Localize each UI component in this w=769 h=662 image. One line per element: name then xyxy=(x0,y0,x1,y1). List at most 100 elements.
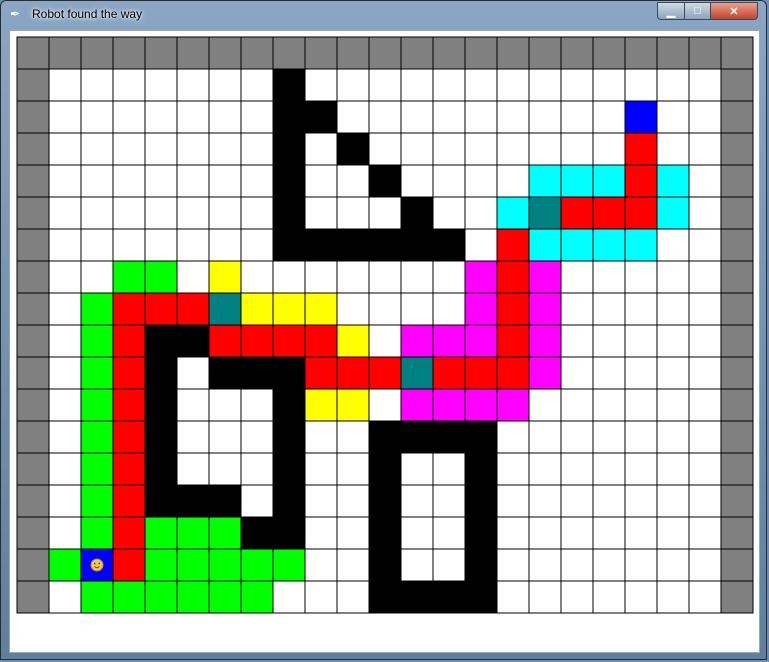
cell-open xyxy=(496,484,530,518)
cell-open xyxy=(240,452,274,486)
cell-open xyxy=(624,548,658,582)
cell-black-obstacle xyxy=(368,548,402,582)
cell-open xyxy=(464,68,498,102)
cell-wall xyxy=(176,36,210,70)
cell-open xyxy=(304,452,338,486)
cell-open xyxy=(688,420,722,454)
cell-open xyxy=(592,516,626,550)
cell-open xyxy=(368,68,402,102)
cell-open xyxy=(400,548,434,582)
cell-wall xyxy=(304,36,338,70)
cell-open xyxy=(592,260,626,294)
cell-red-path xyxy=(496,260,530,294)
cell-open xyxy=(432,100,466,134)
cell-open xyxy=(528,420,562,454)
minimize-button[interactable]: ▁ xyxy=(657,2,685,20)
cell-black-obstacle xyxy=(272,356,306,390)
cell-cyan xyxy=(560,164,594,198)
cell-green xyxy=(80,452,114,486)
close-button[interactable]: ✕ xyxy=(710,2,758,20)
cell-open xyxy=(432,548,466,582)
cell-open xyxy=(560,356,594,390)
cell-open xyxy=(496,516,530,550)
cell-open xyxy=(624,388,658,422)
cell-open xyxy=(592,132,626,166)
cell-black-obstacle xyxy=(272,196,306,230)
cell-cyan xyxy=(656,196,690,230)
cell-open xyxy=(208,132,242,166)
cell-black-obstacle xyxy=(144,356,178,390)
cell-yellow xyxy=(336,388,370,422)
cell-open xyxy=(528,132,562,166)
cell-wall xyxy=(16,516,50,550)
cell-green xyxy=(80,324,114,358)
cell-open xyxy=(624,324,658,358)
cell-yellow xyxy=(240,292,274,326)
cell-green xyxy=(80,484,114,518)
cell-open xyxy=(656,292,690,326)
cell-open xyxy=(304,196,338,230)
cell-wall xyxy=(208,36,242,70)
cell-green xyxy=(48,548,82,582)
cell-black-obstacle xyxy=(368,228,402,262)
cell-black-obstacle xyxy=(432,580,466,614)
cell-black-obstacle xyxy=(400,580,434,614)
cell-open xyxy=(560,420,594,454)
cell-wall xyxy=(720,292,754,326)
feather-icon: ✒ xyxy=(10,7,21,21)
cell-open xyxy=(336,420,370,454)
cell-wall xyxy=(720,580,754,614)
cell-wall xyxy=(400,36,434,70)
cell-black-obstacle xyxy=(464,452,498,486)
cell-open xyxy=(432,164,466,198)
cell-open xyxy=(656,356,690,390)
cell-black-obstacle xyxy=(368,484,402,518)
cell-open xyxy=(496,548,530,582)
cell-wall xyxy=(528,36,562,70)
cell-yellow xyxy=(208,260,242,294)
cell-open xyxy=(656,260,690,294)
cell-open xyxy=(624,452,658,486)
title-bar[interactable]: ✒ Robot found the way ▁ □ ✕ xyxy=(1,1,766,29)
cell-magenta xyxy=(464,388,498,422)
cell-black-obstacle xyxy=(432,228,466,262)
cell-open xyxy=(144,100,178,134)
cell-open xyxy=(400,260,434,294)
cell-black-obstacle xyxy=(400,196,434,230)
cell-open xyxy=(528,484,562,518)
cell-open xyxy=(560,580,594,614)
cell-open xyxy=(624,68,658,102)
cell-open xyxy=(80,196,114,230)
cell-red-path xyxy=(496,324,530,358)
cell-open xyxy=(48,228,82,262)
cell-black-obstacle xyxy=(144,452,178,486)
cell-open xyxy=(432,452,466,486)
cell-yellow xyxy=(272,292,306,326)
cell-open xyxy=(208,68,242,102)
maximize-button[interactable]: □ xyxy=(684,2,711,20)
cell-wall xyxy=(720,68,754,102)
cell-open xyxy=(240,132,274,166)
cell-open xyxy=(208,100,242,134)
cell-black-obstacle xyxy=(464,484,498,518)
cell-green xyxy=(272,548,306,582)
cell-wall xyxy=(688,36,722,70)
cell-magenta xyxy=(432,324,466,358)
cell-black-obstacle xyxy=(176,324,210,358)
cell-green xyxy=(80,580,114,614)
cell-open xyxy=(176,228,210,262)
cell-black-obstacle xyxy=(336,132,370,166)
cell-open xyxy=(304,260,338,294)
cell-open xyxy=(48,356,82,390)
cell-green xyxy=(144,580,178,614)
cell-black-obstacle xyxy=(272,452,306,486)
cell-wall xyxy=(720,196,754,230)
cell-red-path xyxy=(496,292,530,326)
cell-wall xyxy=(16,324,50,358)
cell-open xyxy=(48,484,82,518)
cell-open xyxy=(304,132,338,166)
cell-magenta xyxy=(528,292,562,326)
cell-open xyxy=(624,260,658,294)
cell-open xyxy=(48,292,82,326)
cell-open xyxy=(176,164,210,198)
